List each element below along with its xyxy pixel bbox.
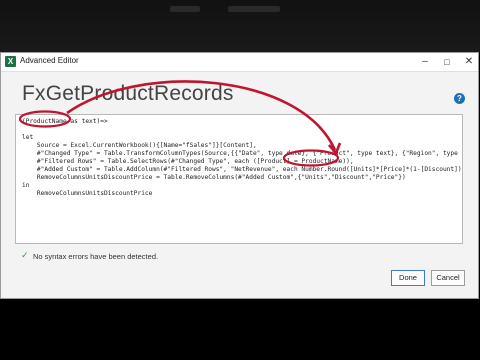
maximize-button[interactable]: □ (435, 53, 459, 71)
syntax-status: No syntax errors have been detected. (33, 252, 159, 261)
title-bar: X Advanced Editor – □ ✕ (1, 53, 478, 72)
query-name-heading: FxGetProductRecords (22, 82, 234, 105)
close-button[interactable]: ✕ (457, 53, 480, 71)
code-line: #"Filtered Rows" = Table.SelectRows(#"Ch… (22, 158, 354, 165)
code-line: #"Added Custom" = Table.AddColumn(#"Filt… (22, 166, 463, 173)
background-tab (170, 6, 200, 12)
help-icon[interactable]: ? (454, 93, 465, 104)
advanced-editor-window: X Advanced Editor – □ ✕ FxGetProductReco… (0, 52, 479, 299)
code-line: Source = Excel.CurrentWorkbook(){[Name="… (22, 142, 257, 149)
background-strip (0, 0, 480, 52)
code-line: (ProductName as text)=> (22, 118, 108, 125)
background-tab (228, 6, 280, 12)
background-strip-bottom (0, 300, 480, 360)
code-line: let (22, 134, 34, 141)
window-title: Advanced Editor (20, 56, 79, 65)
code-line: #"Changed Type" = Table.TransformColumnT… (22, 150, 463, 157)
code-line: RemoveColumnsUnitsDiscountPrice = Table.… (22, 174, 406, 181)
cancel-button[interactable]: Cancel (431, 270, 465, 286)
excel-icon: X (5, 56, 16, 67)
code-editor[interactable]: (ProductName as text)=> let Source = Exc… (15, 114, 463, 244)
done-button[interactable]: Done (391, 270, 425, 286)
minimize-button[interactable]: – (413, 53, 437, 71)
check-icon: ✓ (21, 250, 29, 260)
code-line: in (22, 182, 30, 189)
code-line: RemoveColumnsUnitsDiscountPrice (22, 190, 153, 197)
